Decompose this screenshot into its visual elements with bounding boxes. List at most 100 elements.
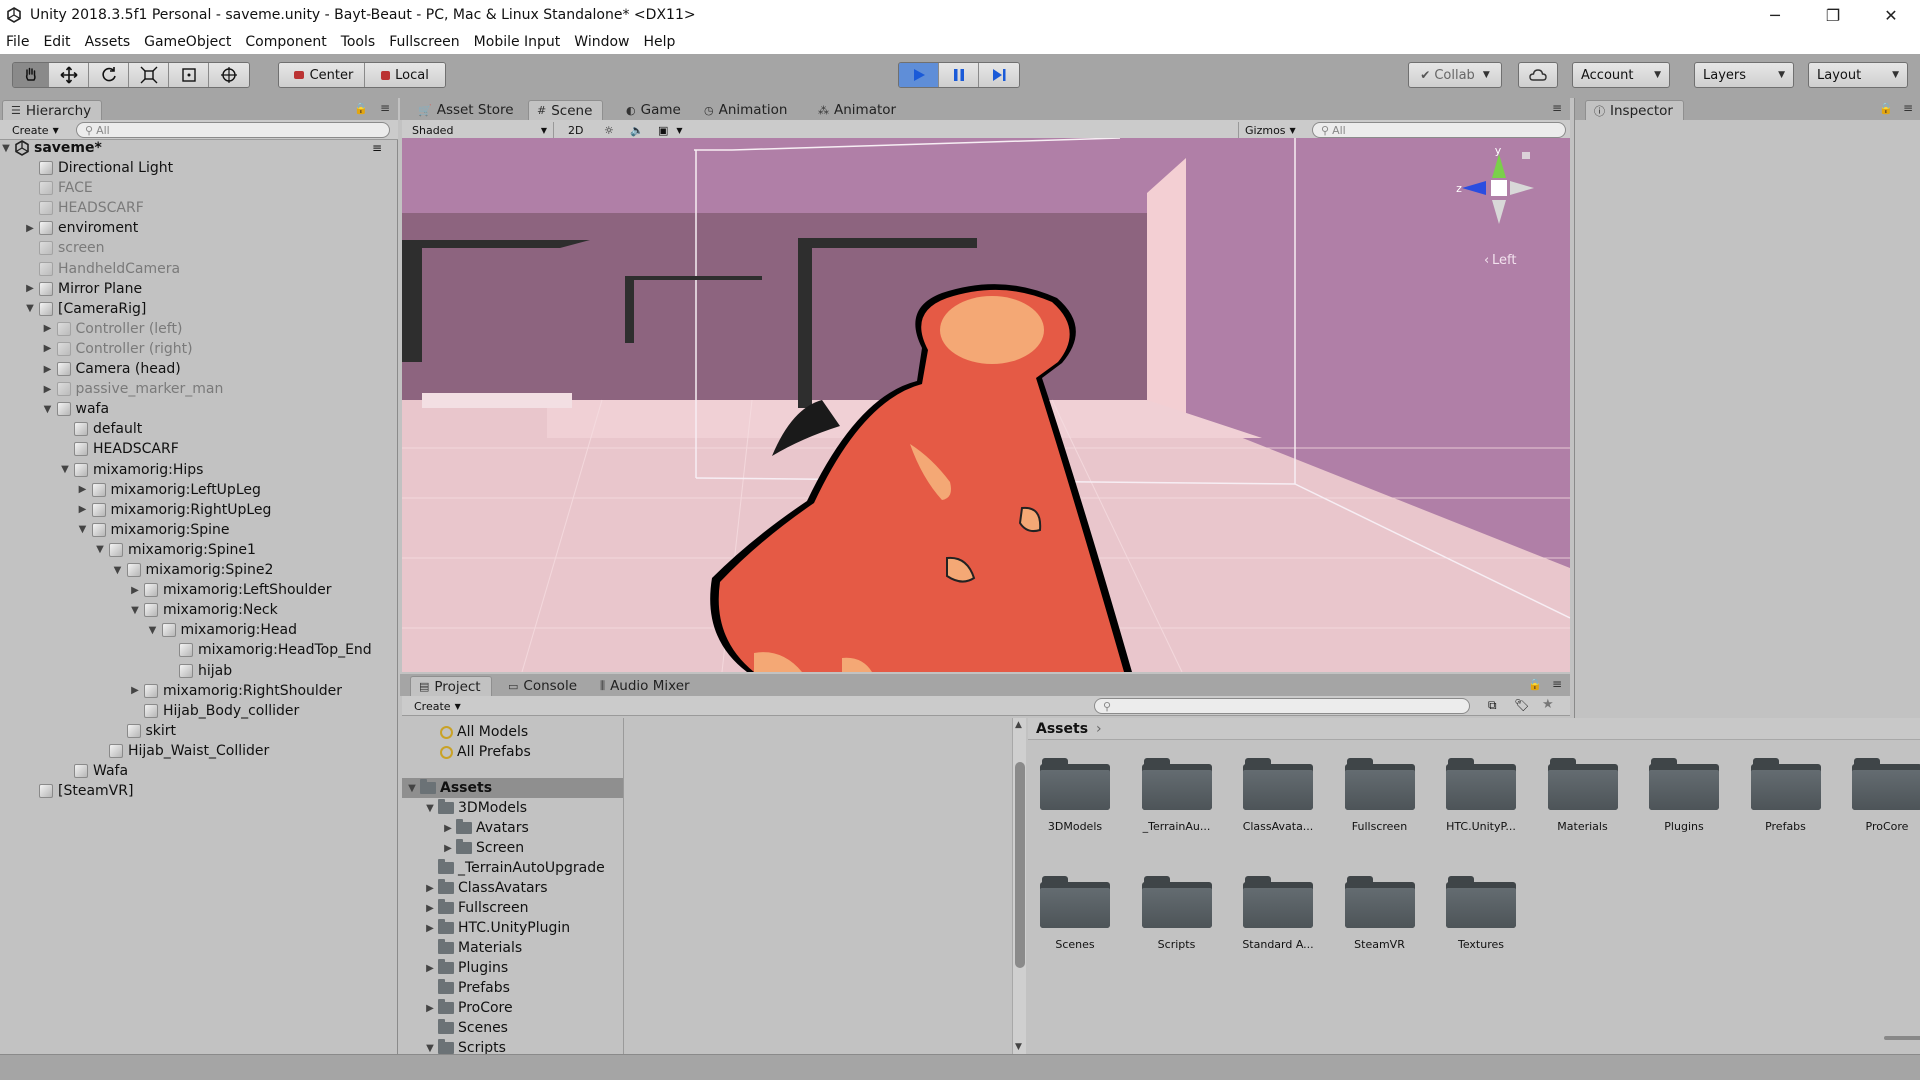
hierarchy-item[interactable]: ▼ [CameraRig] [0, 299, 146, 319]
expand-arrow-icon[interactable]: ▶ [424, 923, 436, 934]
transform-tool-button[interactable] [209, 63, 249, 87]
expand-arrow-icon[interactable]: ▶ [424, 883, 436, 894]
expand-arrow-icon[interactable]: ▶ [424, 963, 436, 974]
project-folder-item[interactable]: ▶ Plugins [402, 958, 623, 978]
menu-fullscreen[interactable]: Fullscreen [389, 34, 459, 50]
project-search-input[interactable]: ⚲ [1094, 698, 1470, 714]
filter-by-label-icon[interactable]: 🏷 [1514, 698, 1529, 712]
hierarchy-item[interactable]: ▼ mixamorig:Spine2 [0, 560, 274, 580]
panel-menu-icon[interactable]: ≡ [1903, 101, 1913, 115]
cloud-button[interactable] [1518, 62, 1558, 88]
scene-root[interactable]: ▼ saveme* ≡ [0, 138, 382, 158]
tab-animation[interactable]: ◷ Animation [696, 100, 797, 120]
hierarchy-item[interactable]: HandheldCamera [0, 259, 180, 279]
tab-project[interactable]: ▤ Project [410, 676, 492, 696]
project-folder-item[interactable]: ▶ Fullscreen [402, 898, 623, 918]
lock-icon[interactable]: 🔒 [1528, 678, 1542, 691]
expand-arrow-icon[interactable]: ▶ [24, 283, 36, 294]
rotate-tool-button[interactable] [89, 63, 129, 87]
hierarchy-item[interactable]: FACE [0, 178, 93, 198]
tab-game[interactable]: ◐ Game [618, 100, 691, 120]
expand-arrow-icon[interactable]: ▶ [129, 685, 141, 696]
hierarchy-item[interactable]: mixamorig:HeadTop_End [0, 640, 372, 660]
expand-arrow-icon[interactable]: ▼ [24, 303, 36, 314]
collab-dropdown[interactable]: ✔ Collab ▼ [1408, 62, 1502, 88]
project-folder-item[interactable]: ▶ HTC.UnityPlugin [402, 918, 623, 938]
asset-folder[interactable]: Scenes [1030, 876, 1120, 951]
project-folder-item[interactable]: Materials [402, 938, 623, 958]
expand-arrow-icon[interactable]: ▶ [42, 384, 54, 395]
panel-menu-icon[interactable]: ≡ [380, 101, 390, 115]
hierarchy-search-input[interactable]: ⚲ All [76, 122, 390, 138]
asset-folder[interactable]: _TerrainAu... [1132, 758, 1222, 833]
project-folder-item[interactable]: ▶ Avatars [402, 818, 623, 838]
lock-icon[interactable]: 🔒 [1879, 102, 1893, 115]
shading-mode-dropdown[interactable]: Shaded ▼ [406, 122, 554, 138]
lock-icon[interactable]: 🔒 [354, 102, 368, 115]
expand-arrow-icon[interactable]: ▶ [42, 364, 54, 375]
scene-search-input[interactable]: ⚲ All [1312, 122, 1566, 138]
hierarchy-item[interactable]: ▶ Mirror Plane [0, 279, 142, 299]
hierarchy-item[interactable]: screen [0, 238, 105, 258]
expand-arrow-icon[interactable]: ▶ [24, 223, 36, 234]
hierarchy-item[interactable]: hijab [0, 661, 232, 681]
tab-audio-mixer[interactable]: ⫼ Audio Mixer [592, 676, 700, 696]
expand-arrow-icon[interactable]: ▶ [424, 903, 436, 914]
hierarchy-item[interactable]: ▶ mixamorig:RightUpLeg [0, 500, 272, 520]
project-folder-item[interactable]: ▶ ClassAvatars [402, 878, 623, 898]
lighting-toggle[interactable]: ☼ [598, 122, 620, 138]
expand-arrow-icon[interactable]: ▶ [42, 323, 54, 334]
expand-arrow-icon[interactable]: ▼ [406, 783, 418, 794]
menu-help[interactable]: Help [644, 34, 676, 50]
menu-window[interactable]: Window [574, 34, 629, 50]
step-button[interactable] [979, 63, 1019, 87]
saved-search-item[interactable]: All Prefabs [402, 742, 623, 762]
project-folder-item[interactable]: Prefabs [402, 978, 623, 998]
hierarchy-item[interactable]: Hijab_Body_collider [0, 701, 299, 721]
asset-folder[interactable]: Prefabs [1741, 758, 1831, 833]
menu-gameobject[interactable]: GameObject [144, 34, 231, 50]
expand-arrow-icon[interactable]: ▶ [424, 1003, 436, 1014]
project-folder-item[interactable]: ▶ Screen [402, 838, 623, 858]
hierarchy-item[interactable]: ▶ mixamorig:LeftUpLeg [0, 480, 261, 500]
pause-button[interactable] [939, 63, 979, 87]
expand-arrow-icon[interactable]: ▼ [147, 625, 159, 636]
hierarchy-item[interactable]: Hijab_Waist_Collider [0, 741, 269, 761]
rect-tool-button[interactable] [169, 63, 209, 87]
tab-animator[interactable]: ⁂ Animator [810, 100, 906, 120]
menu-edit[interactable]: Edit [43, 34, 70, 50]
scroll-thumb[interactable] [1015, 762, 1025, 968]
hierarchy-item[interactable]: ▼ wafa [0, 399, 109, 419]
expand-arrow-icon[interactable]: ▼ [424, 803, 436, 814]
tab-hierarchy[interactable]: ☰ Hierarchy [2, 100, 103, 120]
zoom-slider[interactable] [1884, 1036, 1920, 1040]
hierarchy-item[interactable]: ▶ Controller (right) [0, 339, 193, 359]
tab-console[interactable]: ▭ Console [500, 676, 587, 696]
asset-folder[interactable]: Plugins [1639, 758, 1729, 833]
scroll-up-icon[interactable]: ▲ [1015, 720, 1022, 730]
pivot-local-button[interactable]: Local [365, 63, 445, 87]
hand-tool-button[interactable] [13, 63, 49, 87]
hierarchy-item[interactable]: ▶ Camera (head) [0, 359, 181, 379]
hierarchy-item[interactable]: HEADSCARF [0, 439, 179, 459]
filter-by-type-icon[interactable]: ⧉ [1488, 698, 1497, 713]
scene-viewport[interactable]: y z ‹ Left [402, 138, 1570, 672]
hierarchy-create-dropdown[interactable]: Create ▼ [6, 122, 65, 138]
hierarchy-item[interactable]: Wafa [0, 761, 128, 781]
project-folder-item[interactable]: ▼ Scripts [402, 1038, 623, 1054]
asset-folder[interactable]: Fullscreen [1335, 758, 1425, 833]
hierarchy-item[interactable]: ▶ mixamorig:RightShoulder [0, 681, 342, 701]
restore-button[interactable]: ❐ [1804, 0, 1862, 30]
hierarchy-item[interactable]: ▶ enviroment [0, 218, 138, 238]
expand-arrow-icon[interactable]: ▼ [0, 143, 12, 154]
expand-arrow-icon[interactable]: ▼ [42, 404, 54, 415]
tab-asset-store[interactable]: 🛒 Asset Store [410, 100, 524, 120]
scale-tool-button[interactable] [129, 63, 169, 87]
panel-menu-icon[interactable]: ≡ [1552, 101, 1562, 115]
layout-dropdown[interactable]: Layout ▼ [1808, 62, 1908, 88]
project-folder-item[interactable]: ▶ ProCore [402, 998, 623, 1018]
expand-arrow-icon[interactable]: ▶ [442, 843, 454, 854]
menu-assets[interactable]: Assets [85, 34, 131, 50]
breadcrumb-assets[interactable]: Assets [1036, 721, 1088, 737]
pivot-center-button[interactable]: Center [279, 63, 365, 87]
